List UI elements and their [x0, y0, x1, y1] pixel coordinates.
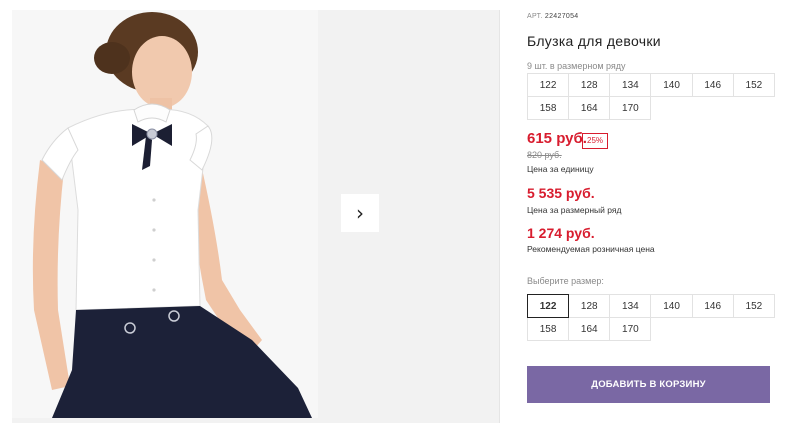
discount-badge: 25% [582, 133, 609, 149]
pack-size-cell: 140 [650, 73, 693, 97]
pack-sizes-grid: 122 128 134 140 146 152 158 164 170 [527, 73, 775, 120]
product-photo [12, 10, 318, 418]
pack-size-label: 9 шт. в размерном ряду [527, 61, 626, 71]
size-option[interactable]: 170 [609, 317, 652, 341]
choose-size-label: Выберите размер: [527, 276, 604, 286]
article-number: 22427054 [544, 13, 579, 20]
retail-price-note: Рекомендуемая розничная цена [527, 244, 655, 254]
gallery-next-button[interactable]: › [341, 194, 379, 232]
pack-size-cell: 146 [691, 73, 734, 97]
pack-price: 5 535 руб. [527, 185, 595, 201]
pack-size-cell: 134 [609, 73, 652, 97]
pack-price-note: Цена за размерный ряд [527, 205, 622, 215]
pack-size-cell: 122 [527, 73, 570, 97]
pack-size-cell: 164 [568, 96, 611, 120]
size-option-selected[interactable]: 122 [527, 294, 570, 318]
retail-price: 1 274 руб. [527, 225, 595, 241]
size-option[interactable]: 158 [527, 317, 570, 341]
article-label: АРТ. [527, 13, 543, 20]
product-title: Блузка для девочки [527, 33, 661, 49]
pack-size-cell: 170 [609, 96, 652, 120]
pack-size-cell: 152 [732, 73, 775, 97]
girl-in-blouse-image [12, 10, 318, 418]
size-option[interactable]: 152 [732, 294, 775, 318]
size-option[interactable]: 128 [568, 294, 611, 318]
article-line: АРТ. 22427054 [527, 13, 578, 20]
size-option[interactable]: 164 [568, 317, 611, 341]
gallery-divider [499, 10, 500, 423]
pack-size-cell: 128 [568, 73, 611, 97]
size-option[interactable]: 140 [650, 294, 693, 318]
old-price: 820 руб. [527, 150, 562, 160]
chevron-right-icon: › [356, 201, 364, 225]
product-page: › АРТ. 22427054 Блузка для девочки 9 шт.… [0, 0, 800, 423]
size-selector: 122 128 134 140 146 152 158 164 170 [527, 294, 775, 341]
pack-size-cell: 158 [527, 96, 570, 120]
unit-price-note: Цена за единицу [527, 164, 594, 174]
size-option[interactable]: 146 [691, 294, 734, 318]
add-to-cart-button[interactable]: ДОБАВИТЬ В КОРЗИНУ [527, 366, 770, 403]
product-gallery: › [12, 10, 500, 423]
size-option[interactable]: 134 [609, 294, 652, 318]
unit-price: 615 руб. [527, 130, 587, 147]
